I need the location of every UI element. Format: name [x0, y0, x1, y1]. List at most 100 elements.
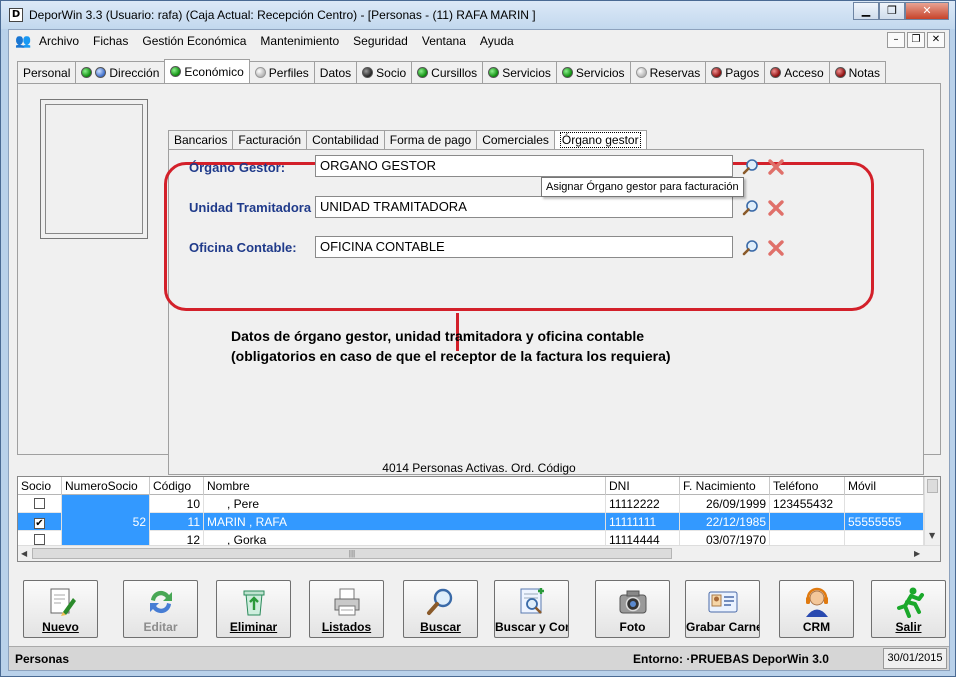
tab-socio[interactable]: Socio [356, 61, 413, 83]
cell-codigo: 10 [150, 495, 204, 513]
table-row[interactable]: 10 , Pere 11112222 26/09/1999 123455432 [18, 495, 924, 513]
column-header-movil[interactable]: Móvil [845, 477, 924, 495]
menu-ventana[interactable]: Ventana [422, 34, 466, 48]
window-title: DeporWin 3.3 (Usuario: rafa) (Caja Actua… [29, 8, 536, 22]
socio-checkbox[interactable] [34, 534, 45, 545]
subtab-comerciales[interactable]: Comerciales [476, 130, 555, 150]
tab-servicios[interactable]: Servicios [482, 61, 557, 83]
socio-checkbox[interactable] [34, 498, 45, 509]
vertical-scrollbar[interactable]: ▼ [924, 477, 940, 545]
tab-label: Perfiles [268, 65, 309, 80]
tab-label: Notas [848, 65, 880, 80]
mdi-close-button[interactable]: ✕ [927, 32, 945, 48]
organo-gestor-delete-icon[interactable] [767, 158, 785, 176]
tab-economico[interactable]: Económico [164, 59, 250, 83]
menu-gestion-economica[interactable]: Gestión Económica [142, 34, 246, 48]
horizontal-scrollbar[interactable]: ◀ ||| ▶ [18, 545, 940, 561]
subtab-label: Forma de pago [389, 133, 472, 147]
foto-button[interactable]: Foto [595, 580, 670, 638]
tab-direccion[interactable]: Dirección [75, 61, 166, 83]
oficina-contable-input[interactable]: OFICINA CONTABLE [315, 236, 733, 258]
tab-notas[interactable]: Notas [828, 61, 886, 83]
menu-ayuda[interactable]: Ayuda [480, 34, 514, 48]
table-row[interactable]: ✔ 52 11 MARIN , RAFA 11111111 22/12/1985 55555… [18, 513, 924, 531]
oficina-contable-search-icon[interactable] [742, 239, 760, 257]
vertical-scroll-thumb[interactable] [927, 479, 938, 493]
tab-datos[interactable]: Datos [313, 61, 358, 83]
close-button[interactable]: ✕ [905, 2, 949, 20]
tab-servicios-2[interactable]: Servicios [555, 61, 631, 83]
editar-button[interactable]: Editar [123, 580, 198, 638]
personas-grid: Socio NumeroSocio Código Nombre DNI F. Nacimi… [17, 476, 941, 562]
search-document-icon [520, 588, 544, 614]
tab-label: Cursillos [431, 65, 478, 80]
tab-acceso[interactable]: Acceso [764, 61, 830, 83]
oficina-contable-delete-icon[interactable] [767, 239, 785, 257]
toolbar-button-label: Salir [895, 620, 922, 634]
subtab-bancarios[interactable]: Bancarios [168, 130, 234, 150]
id-card-icon [708, 591, 737, 613]
horizontal-scroll-thumb[interactable]: ||| [32, 548, 672, 559]
app-icon[interactable]: D [9, 8, 23, 22]
column-header-nacimiento[interactable]: F. Nacimiento [680, 477, 770, 495]
tab-personal[interactable]: Personal [17, 61, 77, 83]
subtab-label: Bancarios [174, 133, 228, 147]
subtab-contabilidad[interactable]: Contabilidad [306, 130, 385, 150]
column-header-telefono[interactable]: Teléfono [770, 477, 845, 495]
unidad-tramitadora-search-icon[interactable] [742, 199, 760, 217]
grabar-carnet-button[interactable]: Grabar Carnet [685, 580, 760, 638]
listados-button[interactable]: Listados [309, 580, 384, 638]
scroll-left-arrow-icon[interactable]: ◀ [21, 549, 27, 558]
nuevo-button[interactable]: Nuevo [23, 580, 98, 638]
unidad-tramitadora-delete-icon[interactable] [767, 199, 785, 217]
menu-fichas[interactable]: Fichas [93, 34, 128, 48]
organo-gestor-search-icon[interactable] [742, 158, 760, 176]
tab-perfiles[interactable]: Perfiles [248, 61, 315, 83]
subtab-organo-gestor[interactable]: Órgano gestor [553, 130, 647, 150]
subtab-facturacion[interactable]: Facturación [232, 130, 308, 150]
organo-gestor-input[interactable]: ORGANO GESTOR [315, 155, 733, 177]
maximize-button[interactable]: ❐ [879, 2, 905, 20]
crm-button[interactable]: CRM [779, 580, 854, 638]
tab-label: Datos [319, 65, 352, 80]
menu-archivo[interactable]: Archivo [39, 34, 79, 48]
subtab-forma-de-pago[interactable]: Forma de pago [383, 130, 478, 150]
buscar-y-contr-button[interactable]: Buscar y Contr [494, 580, 569, 638]
cell-nombre: MARIN , RAFA [204, 513, 606, 531]
scroll-right-arrow-icon[interactable]: ▶ [914, 549, 920, 558]
column-header-socio[interactable]: Socio [18, 477, 62, 495]
salir-button[interactable]: Salir [871, 580, 946, 638]
tab-label: Dirección [109, 65, 160, 80]
tab-pagos[interactable]: Pagos [705, 61, 766, 83]
unidad-tramitadora-input[interactable]: UNIDAD TRAMITADORA [315, 196, 733, 218]
scroll-down-arrow-icon[interactable]: ▼ [929, 531, 935, 540]
people-icon[interactable]: 👥 [15, 33, 31, 49]
mdi-restore-button[interactable]: ❐ [907, 32, 925, 48]
mdi-minimize-button[interactable]: – [887, 32, 905, 48]
buscar-button[interactable]: Buscar [403, 580, 478, 638]
cell-telefono: 123455432 [770, 495, 845, 513]
title-bar[interactable]: D DeporWin 3.3 (Usuario: rafa) (Caja Act… [1, 1, 955, 29]
column-header-codigo[interactable]: Código [150, 477, 204, 495]
status-dot-dark-icon [362, 67, 374, 78]
tab-reservas[interactable]: Reservas [629, 61, 707, 83]
toolbar-button-label: Listados [321, 620, 372, 634]
minimize-button[interactable]: ▁ [853, 2, 879, 20]
annotation-line-2: (obligatorios en caso de que el receptor… [231, 348, 671, 364]
organo-gestor-tooltip: Asignar Órgano gestor para facturación [541, 177, 744, 197]
photo-frame[interactable] [40, 99, 148, 239]
tab-label: Socio [376, 65, 407, 80]
cell-numero-socio: 52 [62, 513, 150, 531]
socio-checkbox[interactable]: ✔ [34, 518, 45, 529]
menu-mantenimiento[interactable]: Mantenimiento [260, 34, 339, 48]
column-header-dni[interactable]: DNI [606, 477, 680, 495]
menu-seguridad[interactable]: Seguridad [353, 34, 408, 48]
status-dot-blue-icon [95, 67, 107, 78]
eliminar-button[interactable]: Eliminar [216, 580, 291, 638]
tab-cursillos[interactable]: Cursillos [411, 61, 484, 83]
status-dot-red-icon [834, 67, 846, 78]
recycle-bin-icon [243, 590, 264, 616]
toolbar-button-label: Buscar y Contr [495, 620, 568, 634]
column-header-nombre[interactable]: Nombre [204, 477, 606, 495]
column-header-numero-socio[interactable]: NumeroSocio [62, 477, 150, 495]
